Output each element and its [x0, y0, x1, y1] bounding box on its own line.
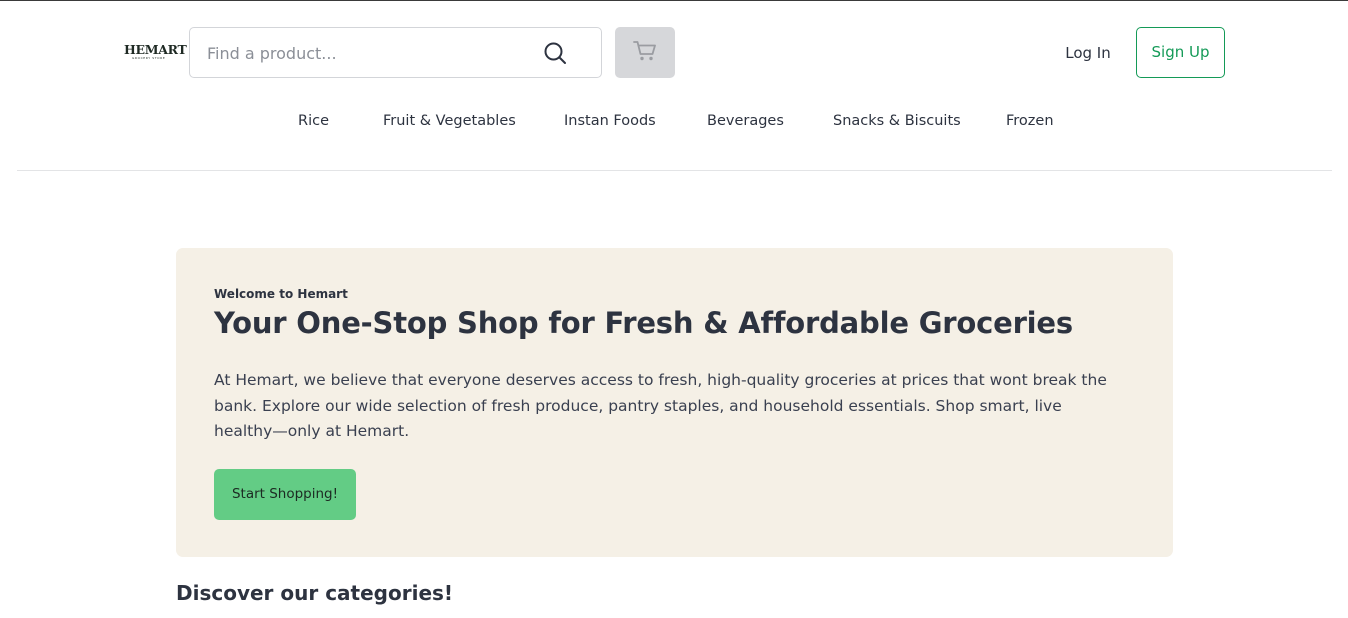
signup-button[interactable]: Sign Up — [1136, 27, 1225, 78]
search-box — [189, 27, 602, 78]
hero-title: Your One-Stop Shop for Fresh & Affordabl… — [214, 306, 1073, 340]
login-link[interactable]: Log In — [1060, 42, 1116, 64]
header-divider — [17, 170, 1332, 171]
nav-item-rice[interactable]: Rice — [298, 110, 329, 132]
cart-button[interactable] — [615, 27, 675, 78]
hero-description: At Hemart, we believe that everyone dese… — [214, 371, 1107, 440]
search-icon[interactable] — [543, 41, 567, 65]
nav-item-instan-foods[interactable]: Instan Foods — [564, 110, 656, 132]
hero-banner: Welcome to Hemart Your One-Stop Shop for… — [176, 248, 1173, 557]
cart-icon — [633, 40, 657, 65]
search-input[interactable] — [207, 41, 527, 65]
start-shopping-button[interactable]: Start Shopping! — [214, 469, 356, 520]
hemart-logo[interactable]: HEMART GROCERY STORE — [124, 42, 187, 63]
nav-item-beverages[interactable]: Beverages — [707, 110, 784, 132]
category-nav: Rice Fruit & Vegetables Instan Foods Bev… — [0, 110, 1348, 132]
logo-brand: HEMART — [124, 42, 187, 57]
nav-item-fruit-vegetables[interactable]: Fruit & Vegetables — [383, 110, 516, 132]
nav-item-snacks-biscuits[interactable]: Snacks & Biscuits — [833, 110, 961, 132]
nav-item-frozen[interactable]: Frozen — [1006, 110, 1054, 132]
hero-eyebrow: Welcome to Hemart — [214, 287, 348, 301]
categories-heading: Discover our categories! — [176, 581, 454, 605]
site-header: HEMART GROCERY STORE Log In Sign Up Rice… — [0, 0, 1348, 172]
